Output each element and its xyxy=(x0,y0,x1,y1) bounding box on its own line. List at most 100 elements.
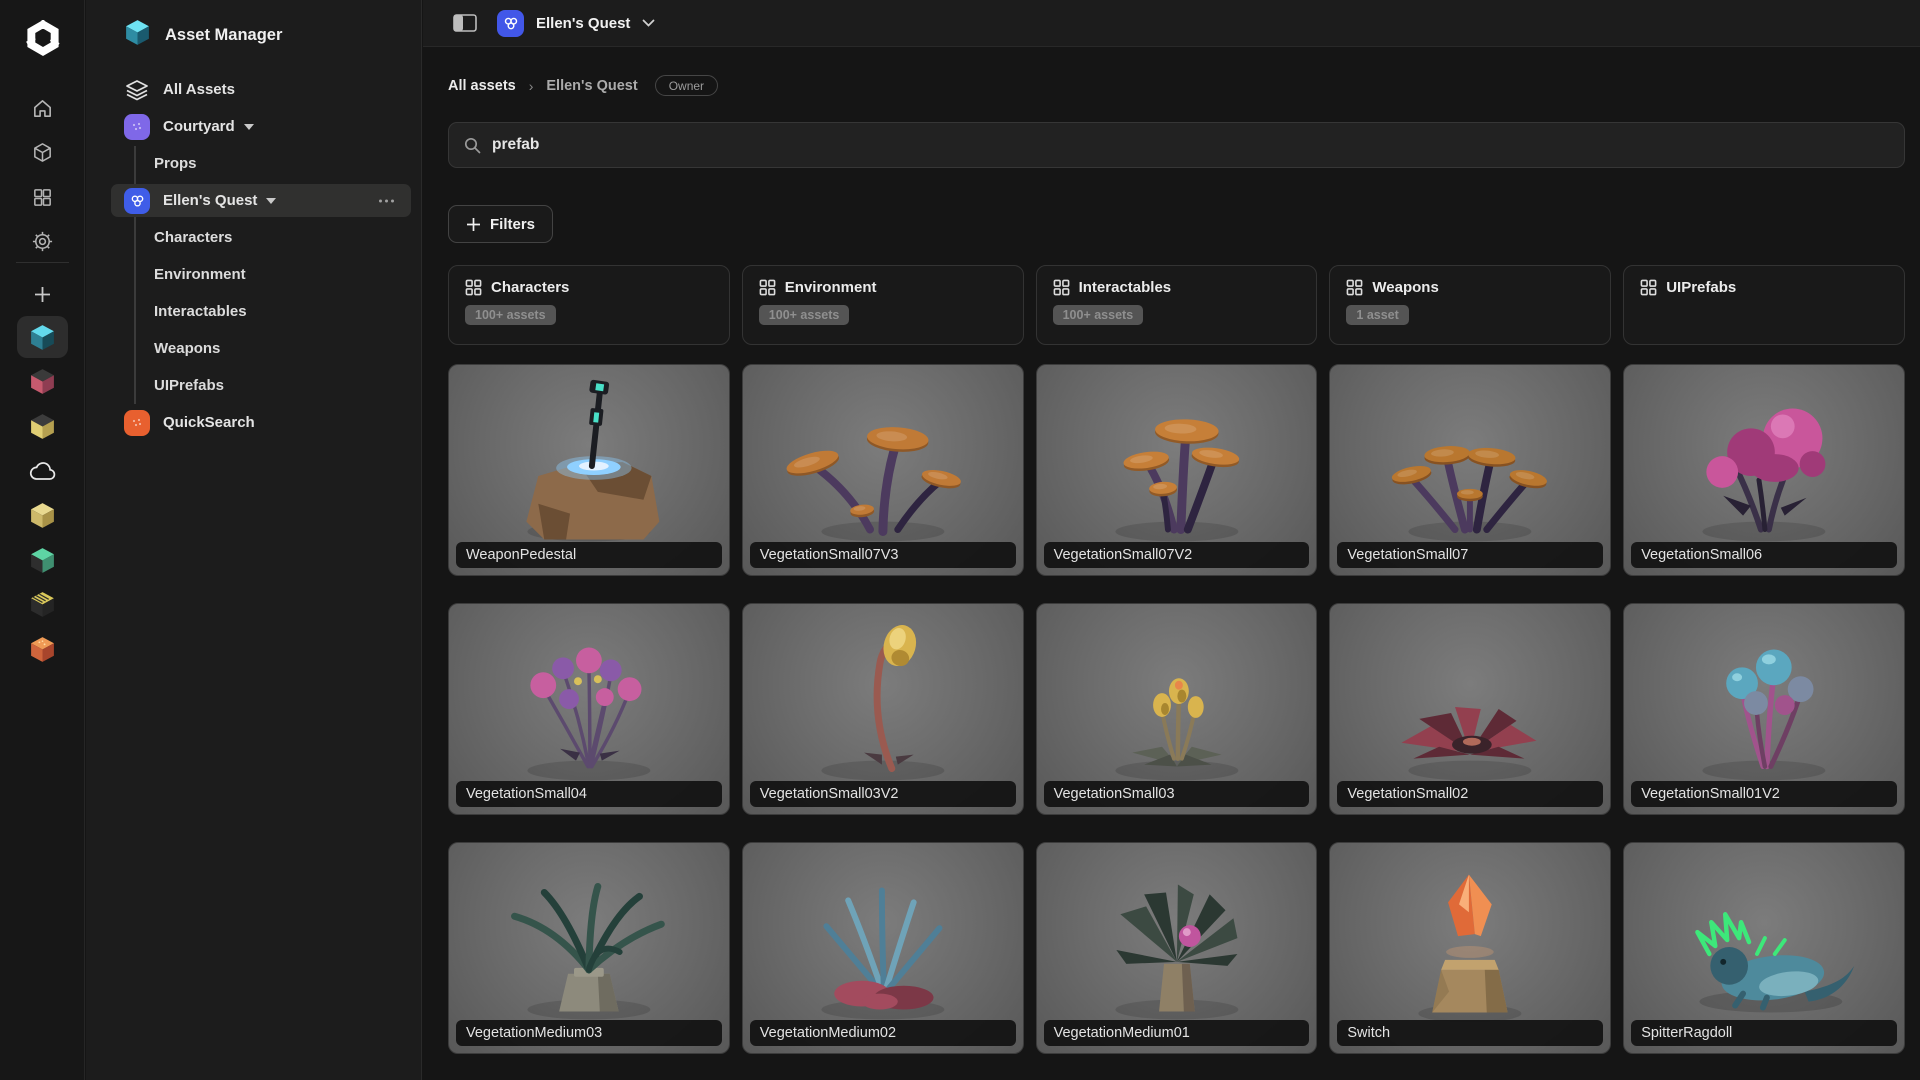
asset-card-vegetationsmall03[interactable]: VegetationSmall03 xyxy=(1035,603,1318,815)
asset-name-label: Switch xyxy=(1337,1020,1604,1046)
asset-card-vegetationsmall07v2[interactable]: VegetationSmall07V2 xyxy=(1035,364,1318,576)
sidebar-item-props[interactable]: Props xyxy=(86,145,422,182)
box-icon[interactable] xyxy=(0,133,85,173)
sidebar-item-interactables[interactable]: Interactables xyxy=(86,293,422,330)
asset-card-vegetationsmall03v2[interactable]: VegetationSmall03V2 xyxy=(741,603,1024,815)
asset-card-vegetationmedium02[interactable]: VegetationMedium02 xyxy=(741,842,1024,1054)
settings-gear-icon[interactable] xyxy=(0,222,85,262)
home-icon[interactable] xyxy=(0,88,85,128)
category-label: Interactables xyxy=(1078,279,1172,296)
caret-down-icon xyxy=(266,197,277,204)
sidebar-item-courtyard[interactable]: Courtyard xyxy=(86,108,422,145)
asset-card-vegetationmedium03[interactable]: VegetationMedium03 xyxy=(448,842,730,1054)
category-count-badge: 1 asset xyxy=(1346,305,1409,325)
item-menu-button[interactable] xyxy=(375,195,398,206)
search-input[interactable] xyxy=(492,136,1889,154)
asset-name-label: WeaponPedestal xyxy=(456,542,722,568)
asset-card-vegetationsmall04[interactable]: VegetationSmall04 xyxy=(448,603,730,815)
app-rail xyxy=(0,0,85,1080)
project-cream-cube[interactable] xyxy=(17,494,68,536)
filters-button[interactable]: Filters xyxy=(448,205,554,243)
asset-name-label: VegetationSmall04 xyxy=(456,781,722,807)
sidebar-item-label: QuickSearch xyxy=(163,414,255,431)
sidebar-item-uiprefabs[interactable]: UIPrefabs xyxy=(86,367,422,404)
sidebar-item-all-assets[interactable]: All Assets xyxy=(86,71,422,108)
toggle-sidebar-icon[interactable] xyxy=(453,14,477,32)
asset-name-label: VegetationMedium03 xyxy=(456,1020,722,1046)
sidebar-item-quicksearch[interactable]: QuickSearch xyxy=(86,404,422,441)
category-card-uiprefabs[interactable]: UIPrefabs xyxy=(1623,265,1905,345)
sidebar-item-label: All Assets xyxy=(163,81,235,98)
plus-icon xyxy=(467,217,480,231)
asset-card-vegetationsmall06[interactable]: VegetationSmall06 xyxy=(1623,364,1905,576)
asset-card-switch[interactable]: + Switch xyxy=(1329,842,1612,1054)
sidebar-item-ellen-s-quest[interactable]: Ellen's Quest xyxy=(86,182,422,219)
search-bar xyxy=(448,122,1905,168)
category-card-interactables[interactable]: Interactables 100+ assets xyxy=(1035,265,1318,345)
asset-card-vegetationsmall01v2[interactable]: VegetationSmall01V2 xyxy=(1623,603,1905,815)
sidebar-item-label: Weapons xyxy=(154,340,221,357)
sidebar-item-label: UIPrefabs xyxy=(154,377,225,394)
grid-icon[interactable] xyxy=(0,177,85,217)
asset-card-spitterragdoll[interactable]: + SpitterRagdoll xyxy=(1623,842,1905,1054)
category-grid-icon xyxy=(759,279,776,296)
asset-name-label: VegetationSmall06 xyxy=(1631,542,1897,568)
project-amber-cube[interactable] xyxy=(17,405,68,447)
asset-name-label: VegetationMedium01 xyxy=(1043,1020,1310,1046)
add-project-button[interactable] xyxy=(0,274,85,314)
sidebar-item-label: Interactables xyxy=(154,303,247,320)
sidebar-header: Asset Manager xyxy=(124,18,282,52)
sidebar-item-label: Characters xyxy=(154,229,233,246)
project-switcher[interactable]: Ellen's Quest xyxy=(497,9,655,37)
rail-divider xyxy=(16,262,69,263)
asset-card-vegetationmedium01[interactable]: VegetationMedium01 xyxy=(1035,842,1318,1054)
asset-name-label: VegetationSmall07V2 xyxy=(1043,542,1310,568)
topbar: Ellen's Quest xyxy=(423,0,1920,47)
asset-name-label: VegetationMedium02 xyxy=(749,1020,1016,1046)
search-icon xyxy=(464,137,481,153)
project-name: Ellen's Quest xyxy=(536,14,631,32)
project-rose-cube[interactable] xyxy=(17,361,68,403)
asset-manager-app: Asset Manager All Assets Courtyard Props El… xyxy=(0,0,1920,1080)
project-mint-cube[interactable] xyxy=(17,539,68,581)
sidebar-item-label: Environment xyxy=(154,266,246,283)
main-area: Ellen's Quest All assets › Ellen's Quest… xyxy=(423,0,1920,1080)
sidebar-item-label: Courtyard xyxy=(163,118,235,135)
asset-card-vegetationsmall07[interactable]: VegetationSmall07 xyxy=(1329,364,1612,576)
breadcrumb: All assets › Ellen's Quest Owner xyxy=(448,75,719,96)
category-grid-icon xyxy=(1053,279,1069,296)
project-icon xyxy=(497,9,524,37)
asset-manager-cube[interactable] xyxy=(17,316,68,358)
asset-manager-cube-icon xyxy=(124,18,151,52)
quicksearch-project-icon xyxy=(124,409,150,436)
unity-logo-icon[interactable] xyxy=(0,16,85,60)
courtyard-project-icon xyxy=(124,113,150,140)
category-card-characters[interactable]: Characters 100+ assets xyxy=(448,265,730,345)
sidebar: Asset Manager All Assets Courtyard Props El… xyxy=(86,0,422,1080)
category-grid-icon xyxy=(465,279,482,296)
category-card-environment[interactable]: Environment 100+ assets xyxy=(741,265,1024,345)
breadcrumb-all-assets[interactable]: All assets xyxy=(448,78,516,94)
app-title: Asset Manager xyxy=(165,25,283,44)
sidebar-item-characters[interactable]: Characters xyxy=(86,219,422,256)
sidebar-item-environment[interactable]: Environment xyxy=(86,256,422,293)
category-label: UIPrefabs xyxy=(1666,279,1737,296)
asset-name-label: VegetationSmall03V2 xyxy=(749,781,1016,807)
asset-card-weaponpedestal[interactable]: WeaponPedestal xyxy=(448,364,730,576)
category-card-weapons[interactable]: Weapons 1 asset xyxy=(1329,265,1612,345)
sidebar-item-weapons[interactable]: Weapons xyxy=(86,330,422,367)
sidebar-item-label: Ellen's Quest xyxy=(163,192,258,209)
project-ember-cube[interactable] xyxy=(17,628,68,670)
cloud-icon[interactable] xyxy=(17,450,68,492)
layers-icon xyxy=(124,77,150,103)
asset-card-vegetationsmall02[interactable]: VegetationSmall02 xyxy=(1329,603,1612,815)
asset-name-label: VegetationSmall07V3 xyxy=(749,542,1016,568)
chevron-down-icon xyxy=(643,19,655,27)
asset-name-label: VegetationSmall07 xyxy=(1337,542,1604,568)
project-striped-cube[interactable] xyxy=(17,584,68,626)
ellen-s-quest-project-icon xyxy=(124,187,150,214)
asset-grid: WeaponPedestal VegetationSmall07V3 Veget… xyxy=(448,364,1905,1054)
asset-card-vegetationsmall07v3[interactable]: VegetationSmall07V3 xyxy=(741,364,1024,576)
category-label: Environment xyxy=(784,279,877,296)
category-grid-icon xyxy=(1640,279,1657,296)
